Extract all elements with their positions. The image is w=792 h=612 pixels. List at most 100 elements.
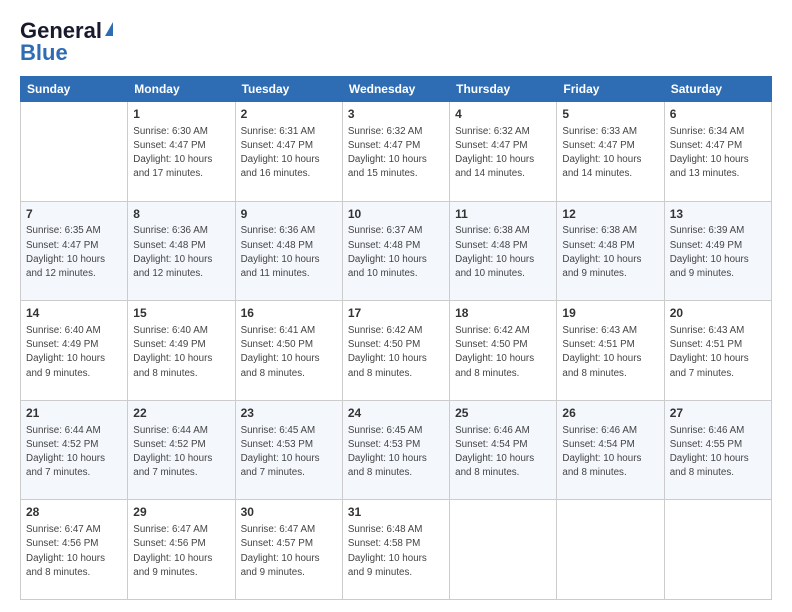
weekday-header: Friday [557,77,664,102]
day-number: 13 [670,206,766,223]
day-number: 3 [348,106,444,123]
day-number: 21 [26,405,122,422]
day-number: 8 [133,206,229,223]
calendar-cell: 27 Sunrise: 6:46 AM Sunset: 4:55 PM Dayli… [664,400,771,500]
day-info: Sunrise: 6:44 AM Sunset: 4:52 PM Dayligh… [133,424,229,481]
day-info: Sunrise: 6:47 AM Sunset: 4:57 PM Dayligh… [241,523,337,580]
calendar-cell: 18Sunrise: 6:42 AM Sunset: 4:50 PM Dayli… [450,301,557,401]
day-info: Sunrise: 6:41 AM Sunset: 4:50 PM Dayligh… [241,324,337,381]
header: General Blue [20,18,772,66]
weekday-header: Monday [128,77,235,102]
calendar-cell: 23 Sunrise: 6:45 AM Sunset: 4:53 PM Dayli… [235,400,342,500]
day-number: 4 [455,106,551,123]
day-number: 20 [670,305,766,322]
day-number: 15 [133,305,229,322]
day-info: Sunrise: 6:35 AM Sunset: 4:47 PM Dayligh… [26,224,122,281]
weekday-header: Saturday [664,77,771,102]
day-number: 10 [348,206,444,223]
day-number: 11 [455,206,551,223]
weekday-header: Sunday [21,77,128,102]
logo: General Blue [20,18,113,66]
day-info: Sunrise: 6:45 AM Sunset: 4:53 PM Dayligh… [241,424,337,481]
day-info: Sunrise: 6:40 AM Sunset: 4:49 PM Dayligh… [26,324,122,381]
day-number: 25 [455,405,551,422]
calendar-cell: 13Sunrise: 6:39 AM Sunset: 4:49 PM Dayli… [664,201,771,301]
calendar-cell: 19 Sunrise: 6:43 AM Sunset: 4:51 PM Dayli… [557,301,664,401]
day-number: 26 [562,405,658,422]
day-info: Sunrise: 6:30 AM Sunset: 4:47 PM Dayligh… [133,125,229,182]
day-info: Sunrise: 6:43 AM Sunset: 4:51 PM Dayligh… [562,324,658,381]
day-info: Sunrise: 6:44 AM Sunset: 4:52 PM Dayligh… [26,424,122,481]
day-number: 2 [241,106,337,123]
calendar-cell: 31 Sunrise: 6:48 AM Sunset: 4:58 PM Dayli… [342,500,449,600]
day-number: 14 [26,305,122,322]
calendar-cell: 4 Sunrise: 6:32 AM Sunset: 4:47 PM Daylig… [450,102,557,202]
calendar-cell: 6Sunrise: 6:34 AM Sunset: 4:47 PM Daylig… [664,102,771,202]
day-info: Sunrise: 6:38 AM Sunset: 4:48 PM Dayligh… [455,224,551,281]
day-number: 17 [348,305,444,322]
logo-blue: Blue [20,40,68,66]
calendar-cell: 1 Sunrise: 6:30 AM Sunset: 4:47 PM Daylig… [128,102,235,202]
calendar-cell: 25 Sunrise: 6:46 AM Sunset: 4:54 PM Dayli… [450,400,557,500]
day-info: Sunrise: 6:42 AM Sunset: 4:50 PM Dayligh… [348,324,444,381]
day-number: 6 [670,106,766,123]
calendar-cell [557,500,664,600]
day-info: Sunrise: 6:38 AM Sunset: 4:48 PM Dayligh… [562,224,658,281]
calendar-cell [21,102,128,202]
day-number: 24 [348,405,444,422]
day-info: Sunrise: 6:40 AM Sunset: 4:49 PM Dayligh… [133,324,229,381]
day-number: 12 [562,206,658,223]
logo-triangle-icon [105,22,113,36]
day-info: Sunrise: 6:46 AM Sunset: 4:55 PM Dayligh… [670,424,766,481]
day-info: Sunrise: 6:42 AM Sunset: 4:50 PM Dayligh… [455,324,551,381]
day-info: Sunrise: 6:37 AM Sunset: 4:48 PM Dayligh… [348,224,444,281]
calendar-cell: 24 Sunrise: 6:45 AM Sunset: 4:53 PM Dayli… [342,400,449,500]
day-number: 16 [241,305,337,322]
day-number: 5 [562,106,658,123]
calendar-cell: 11Sunrise: 6:38 AM Sunset: 4:48 PM Dayli… [450,201,557,301]
day-number: 19 [562,305,658,322]
calendar-cell: 15 Sunrise: 6:40 AM Sunset: 4:49 PM Dayli… [128,301,235,401]
calendar-cell [664,500,771,600]
day-number: 28 [26,504,122,521]
calendar-cell: 8Sunrise: 6:36 AM Sunset: 4:48 PM Daylig… [128,201,235,301]
day-info: Sunrise: 6:48 AM Sunset: 4:58 PM Dayligh… [348,523,444,580]
calendar-cell: 16 Sunrise: 6:41 AM Sunset: 4:50 PM Dayli… [235,301,342,401]
calendar-cell: 20 Sunrise: 6:43 AM Sunset: 4:51 PM Dayli… [664,301,771,401]
calendar-cell: 17 Sunrise: 6:42 AM Sunset: 4:50 PM Dayli… [342,301,449,401]
calendar-table: SundayMondayTuesdayWednesdayThursdayFrid… [20,76,772,600]
day-info: Sunrise: 6:36 AM Sunset: 4:48 PM Dayligh… [241,224,337,281]
page: General Blue SundayMondayTuesdayWednesda… [0,0,792,612]
day-number: 1 [133,106,229,123]
day-number: 27 [670,405,766,422]
day-info: Sunrise: 6:47 AM Sunset: 4:56 PM Dayligh… [133,523,229,580]
calendar-cell: 10Sunrise: 6:37 AM Sunset: 4:48 PM Dayli… [342,201,449,301]
calendar-cell: 3 Sunrise: 6:32 AM Sunset: 4:47 PM Daylig… [342,102,449,202]
day-number: 29 [133,504,229,521]
day-info: Sunrise: 6:46 AM Sunset: 4:54 PM Dayligh… [455,424,551,481]
day-number: 30 [241,504,337,521]
calendar-cell: 7Sunrise: 6:35 AM Sunset: 4:47 PM Daylig… [21,201,128,301]
calendar-cell [450,500,557,600]
calendar-cell: 26Sunrise: 6:46 AM Sunset: 4:54 PM Dayli… [557,400,664,500]
day-number: 9 [241,206,337,223]
calendar-cell: 14 Sunrise: 6:40 AM Sunset: 4:49 PM Dayli… [21,301,128,401]
day-info: Sunrise: 6:32 AM Sunset: 4:47 PM Dayligh… [455,125,551,182]
day-number: 7 [26,206,122,223]
day-number: 31 [348,504,444,521]
day-info: Sunrise: 6:43 AM Sunset: 4:51 PM Dayligh… [670,324,766,381]
weekday-header: Wednesday [342,77,449,102]
weekday-header: Tuesday [235,77,342,102]
day-info: Sunrise: 6:32 AM Sunset: 4:47 PM Dayligh… [348,125,444,182]
day-number: 22 [133,405,229,422]
day-info: Sunrise: 6:36 AM Sunset: 4:48 PM Dayligh… [133,224,229,281]
calendar-cell: 5 Sunrise: 6:33 AM Sunset: 4:47 PM Daylig… [557,102,664,202]
day-info: Sunrise: 6:45 AM Sunset: 4:53 PM Dayligh… [348,424,444,481]
day-number: 23 [241,405,337,422]
day-info: Sunrise: 6:47 AM Sunset: 4:56 PM Dayligh… [26,523,122,580]
calendar-cell: 30 Sunrise: 6:47 AM Sunset: 4:57 PM Dayli… [235,500,342,600]
calendar-cell: 28 Sunrise: 6:47 AM Sunset: 4:56 PM Dayli… [21,500,128,600]
day-info: Sunrise: 6:39 AM Sunset: 4:49 PM Dayligh… [670,224,766,281]
day-info: Sunrise: 6:33 AM Sunset: 4:47 PM Dayligh… [562,125,658,182]
calendar-cell: 22 Sunrise: 6:44 AM Sunset: 4:52 PM Dayli… [128,400,235,500]
